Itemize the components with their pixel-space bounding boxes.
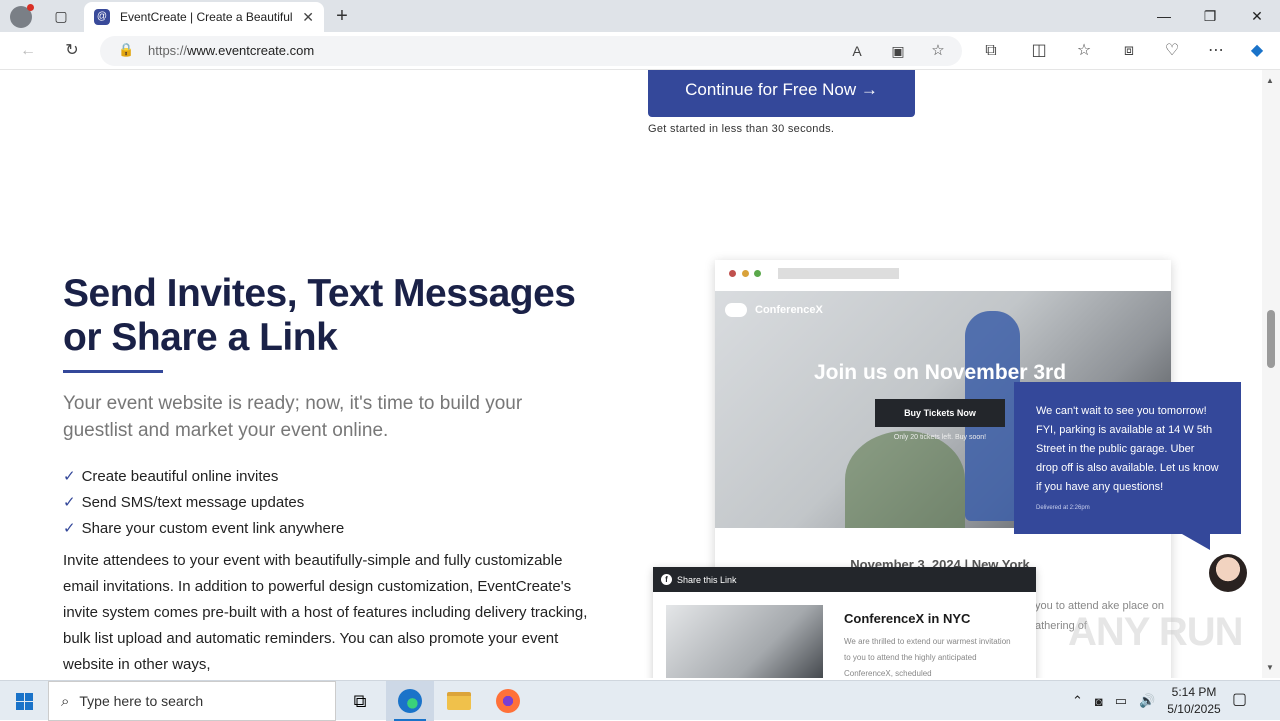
anyrun-watermark: ANY RUN	[1068, 610, 1244, 654]
system-tray: ⌃ ◙ ▭ 🔊	[1066, 681, 1161, 721]
extensions-icon[interactable]: ⧉	[980, 40, 1002, 62]
clock-date: 5/10/2025	[1167, 702, 1221, 716]
windows-logo-icon	[15, 692, 33, 710]
share-link-card: f Share this Link ConferenceX in NYC We a…	[653, 567, 1036, 678]
collections-icon[interactable]: ⧈	[1118, 40, 1140, 62]
check-icon: ✓	[63, 468, 76, 485]
restore-icon[interactable]: ❐	[1199, 6, 1221, 26]
favorites-icon[interactable]: ☆	[1073, 40, 1095, 62]
start-button[interactable]	[0, 681, 48, 721]
window-dot	[742, 270, 749, 277]
search-placeholder: Type here to search	[79, 693, 204, 709]
taskbar-search[interactable]: ⌕ Type here to search	[48, 681, 336, 721]
new-tab-icon[interactable]: +	[332, 5, 352, 28]
notification-icon[interactable]: ▢	[1232, 689, 1247, 709]
url-text: https://www.eventcreate.com	[148, 43, 315, 58]
firefox-app[interactable]	[484, 681, 532, 721]
volume-icon[interactable]: 🔊	[1139, 693, 1155, 709]
minimize-icon[interactable]: —	[1153, 6, 1175, 26]
sms-delivered: Delivered at 2:26pm	[1036, 505, 1090, 511]
browser-essentials-icon[interactable]: ♡	[1161, 40, 1183, 62]
mock-brand: ConferenceX	[725, 303, 823, 317]
edge-app[interactable]	[386, 681, 434, 721]
profile-avatar-icon[interactable]	[10, 4, 34, 28]
search-icon: ⌕	[61, 692, 70, 710]
plant-shape	[845, 431, 965, 528]
share-thumbnail	[666, 605, 823, 678]
list-item: ✓ Send SMS/text message updates	[63, 493, 305, 512]
window-close-icon[interactable]: ✕	[1246, 6, 1268, 26]
feature-list: ✓ Create beautiful online invites ✓ Send S…	[63, 463, 344, 541]
eventcreate-favicon-icon: @	[94, 9, 110, 25]
tab-close-icon[interactable]: ✕	[302, 9, 314, 26]
tab-actions-icon[interactable]: ▢	[50, 6, 72, 26]
sms-text: We can't wait to see you tomorrow! FYI, …	[1036, 405, 1219, 493]
share-header: f Share this Link	[653, 567, 1036, 592]
check-icon: ✓	[63, 494, 76, 511]
guest-avatar	[1209, 554, 1247, 592]
meet-now-icon[interactable]: ◙	[1095, 694, 1103, 709]
chevron-up-icon[interactable]: ⌃	[1072, 693, 1083, 709]
section-body: Invite attendees to your event with beau…	[63, 552, 588, 673]
sms-bubble: We can't wait to see you tomorrow! FYI, …	[1014, 382, 1241, 534]
share-title: ConferenceX in NYC	[844, 611, 971, 626]
refresh-icon[interactable]: ↻	[61, 40, 83, 62]
scroll-down-icon[interactable]: ▼	[1266, 663, 1274, 672]
tab-bar: ▢ @ EventCreate | Create a Beautiful E ✕…	[0, 0, 1280, 32]
facebook-icon: f	[661, 574, 672, 585]
file-explorer-app[interactable]	[435, 681, 483, 721]
continue-free-button[interactable]: Continue for Free Now →	[648, 70, 915, 117]
more-menu-icon[interactable]: ⋯	[1205, 40, 1227, 62]
browser-toolbar: ← ↻ 🔒 https://www.eventcreate.com A ▣ ☆ …	[0, 32, 1280, 70]
back-icon[interactable]: ←	[17, 40, 39, 62]
copilot-icon[interactable]: ◆	[1246, 40, 1268, 62]
read-aloud-icon[interactable]: A	[846, 40, 868, 62]
check-icon: ✓	[63, 520, 76, 537]
toggle-icon	[725, 303, 747, 317]
scroll-up-icon[interactable]: ▲	[1266, 76, 1274, 85]
sms-bubble-tail	[1182, 534, 1210, 550]
window-dot	[729, 270, 736, 277]
scrollbar-thumb[interactable]	[1267, 310, 1275, 368]
favorite-star-icon[interactable]: ☆	[927, 40, 949, 62]
clock-time: 5:14 PM	[1171, 685, 1217, 699]
heading-underline	[63, 370, 163, 373]
window-dot	[754, 270, 761, 277]
section-subhead: Your event website is ready; now, it's t…	[63, 393, 523, 441]
address-bar[interactable]: 🔒 https://www.eventcreate.com A ▣ ☆	[100, 36, 962, 66]
clock[interactable]: 5:14 PM 5/10/2025	[1160, 684, 1228, 718]
task-view-icon[interactable]: ⧉	[336, 681, 384, 721]
active-tab[interactable]: @ EventCreate | Create a Beautiful E ✕	[84, 2, 324, 32]
split-screen-icon[interactable]: ◫	[1028, 40, 1050, 62]
share-description: We are thrilled to extend our warmest in…	[844, 637, 1011, 678]
mock-buy-button: Buy Tickets Now	[875, 399, 1005, 427]
tab-title: EventCreate | Create a Beautiful E	[120, 10, 295, 24]
list-item: ✓ Share your custom event link anywhere	[63, 519, 345, 538]
list-item: ✓ Create beautiful online invites	[63, 467, 279, 486]
edge-icon	[398, 689, 422, 713]
mock-address-bar	[778, 268, 899, 279]
web-page: Continue for Free Now → Get started in l…	[0, 70, 1262, 678]
page-scrollbar[interactable]: ▲ ▼	[1262, 70, 1280, 678]
windows-taskbar: ⌕ Type here to search ⧉ ⌃ ◙ ▭ 🔊 5:14 PM …	[0, 680, 1280, 721]
firefox-icon	[496, 689, 520, 713]
network-icon[interactable]: ▭	[1115, 693, 1127, 709]
mock-tickets-left: Only 20 tickets left. Buy soon!	[893, 434, 987, 441]
folder-icon	[447, 692, 471, 710]
section-heading: Send Invites, Text Messages or Share a L…	[63, 272, 576, 359]
immersive-reader-icon[interactable]: ▣	[887, 40, 909, 62]
lock-icon: 🔒	[118, 42, 135, 57]
cta-note: Get started in less than 30 seconds.	[648, 123, 835, 135]
